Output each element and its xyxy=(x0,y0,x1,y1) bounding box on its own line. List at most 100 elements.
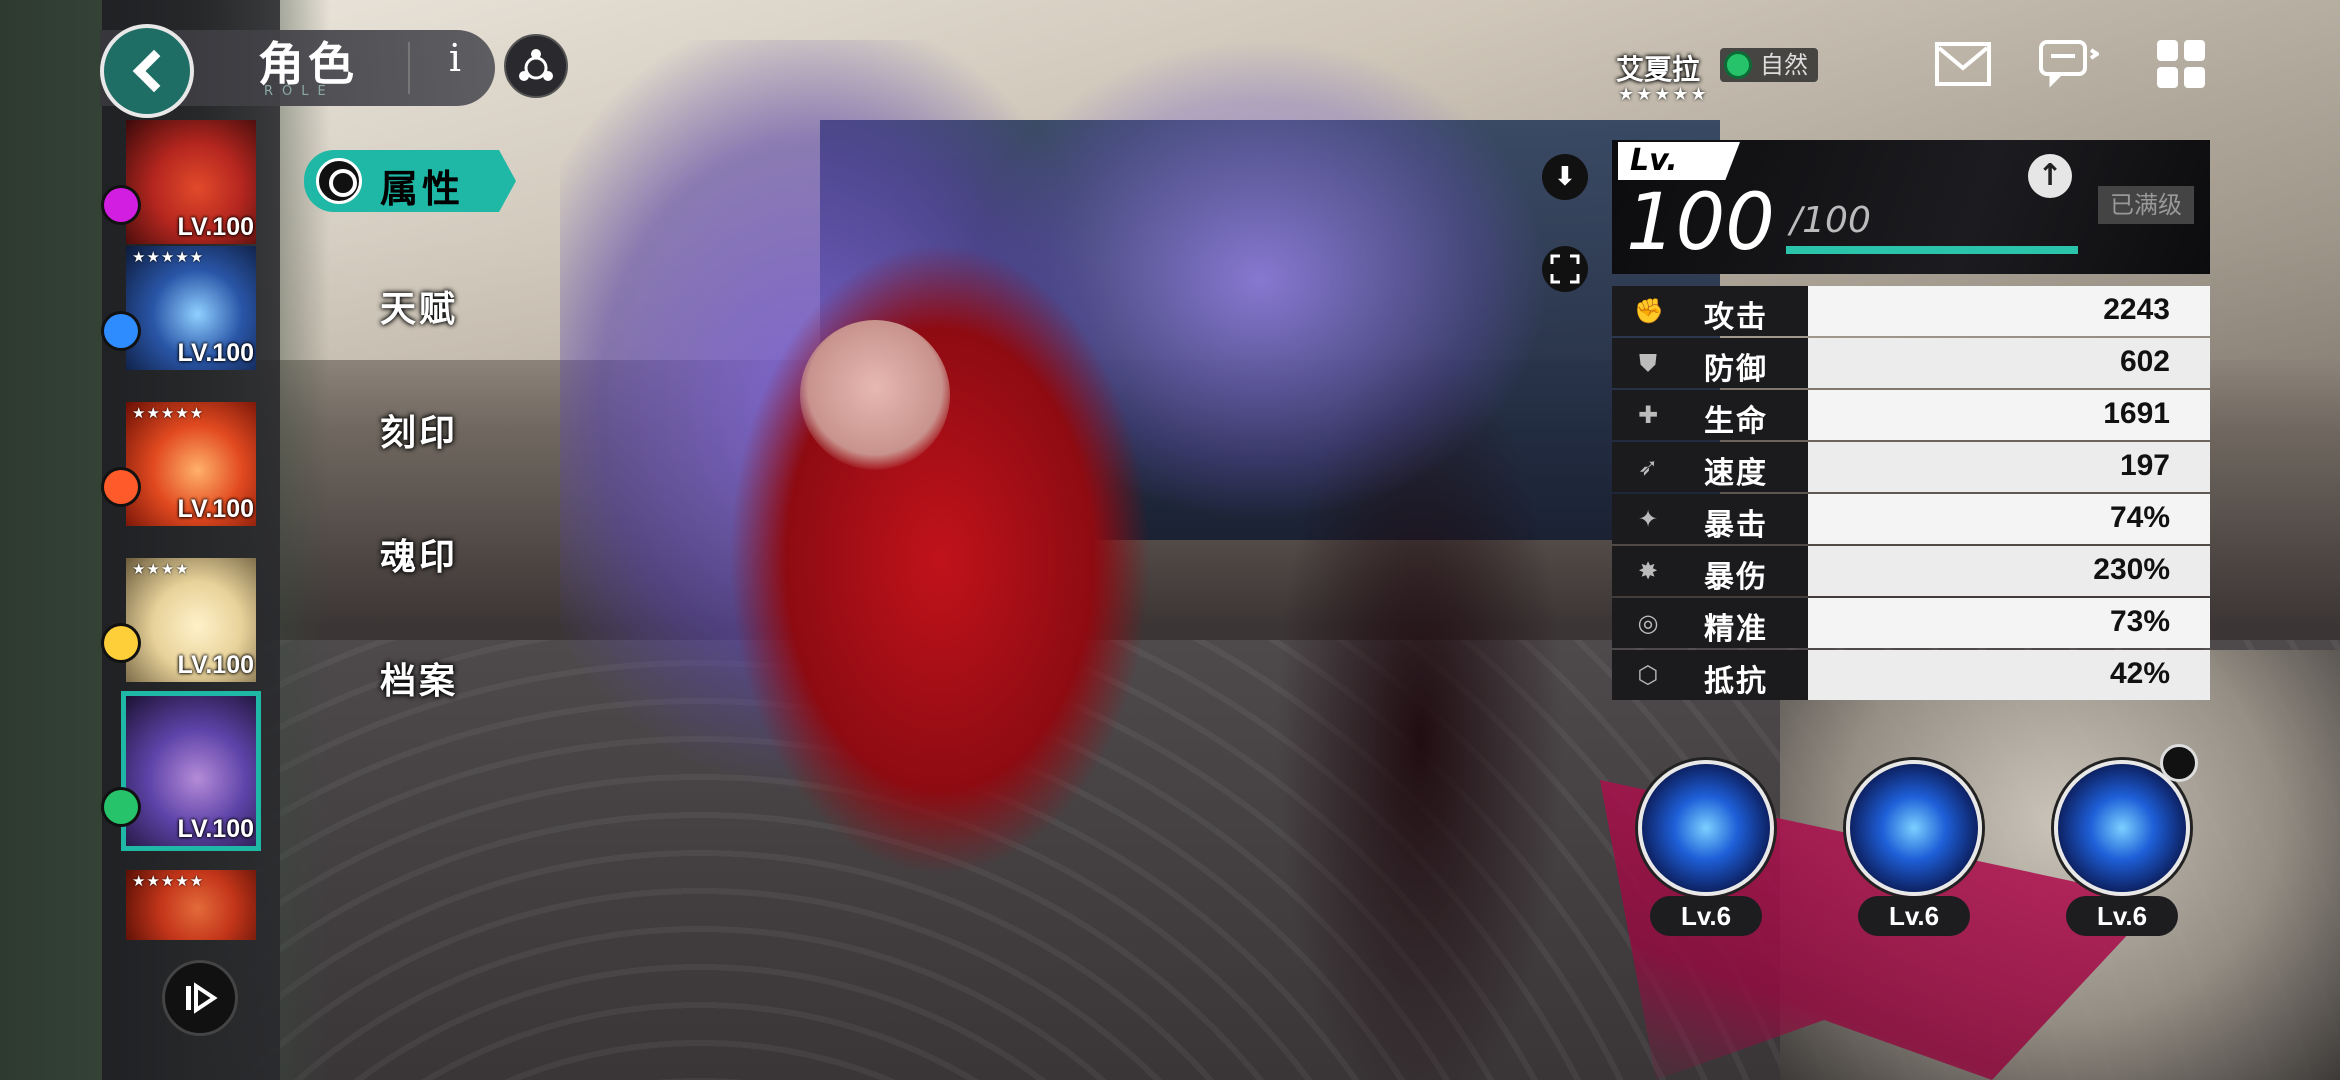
portrait-stars: ★★★★★ xyxy=(132,248,205,266)
nature-element-icon xyxy=(1724,51,1752,79)
tab-soul-imprint[interactable]: 魂印 xyxy=(380,528,458,580)
chat-button[interactable] xyxy=(2036,34,2102,94)
accuracy-icon: ◎ xyxy=(1637,609,1659,637)
crit-damage-icon: ✸ xyxy=(1637,557,1659,585)
share-icon xyxy=(519,49,553,81)
tab-attributes[interactable]: 属性 xyxy=(304,150,516,212)
speed-icon: ➶ xyxy=(1637,453,1659,481)
skill-1-button[interactable] xyxy=(1638,760,1774,896)
roster-expand-button[interactable] xyxy=(162,960,238,1036)
skill-3-button[interactable] xyxy=(2054,760,2190,896)
roster-portrait[interactable]: ★★★★★ LV.100 xyxy=(126,402,256,526)
element-label: 自然 xyxy=(1760,51,1808,79)
tab-imprint[interactable]: 刻印 xyxy=(380,404,458,456)
stat-row: ⬡ 抵抗 42% xyxy=(1612,650,2210,702)
portrait-level: LV.100 xyxy=(177,339,254,367)
stat-name: 攻击 xyxy=(1704,300,1768,335)
stat-row: ✸ 暴伤 230% xyxy=(1612,546,2210,598)
roster-portrait[interactable]: ★★★★ LV.100 xyxy=(126,558,256,682)
stat-row: ◎ 精准 73% xyxy=(1612,598,2210,650)
stat-value: 2243 xyxy=(2103,293,2170,326)
roster-portrait[interactable]: ★★★★★ xyxy=(126,870,256,940)
nature-element-icon xyxy=(104,790,138,824)
portrait-stars: ★★★★★ xyxy=(132,404,205,422)
character-stars: ★★★★★ xyxy=(1618,84,1709,105)
character-face xyxy=(800,320,950,470)
stat-name: 速度 xyxy=(1704,456,1768,491)
level-progress-bar xyxy=(1786,246,2078,254)
shield-icon: ⛊ xyxy=(1639,349,1657,377)
portrait-level: LV.100 xyxy=(177,213,254,241)
light-element-icon xyxy=(104,626,138,660)
tab-talent[interactable]: 天赋 xyxy=(380,280,458,332)
menu-grid-button[interactable] xyxy=(2148,34,2214,94)
arrow-up-icon: ↑ xyxy=(2037,158,2063,193)
mail-icon xyxy=(1935,42,1991,86)
stat-value: 1691 xyxy=(2103,397,2170,430)
fullscreen-button[interactable] xyxy=(1542,246,1588,292)
stat-value: 197 xyxy=(2119,449,2170,482)
stat-name: 防御 xyxy=(1704,352,1768,387)
stat-row: ✚ 生命 1691 xyxy=(1612,390,2210,442)
skill-3-level: Lv.6 xyxy=(2066,896,2178,936)
stats-table: ✊ 攻击 2243 ⛊ 防御 602 ✚ 生命 1691 ➶ 速度 197 ✦ 暴击 74% ✸ 暴伤 230% ◎… xyxy=(1612,286,2210,702)
life-icon: ✚ xyxy=(1637,401,1659,429)
stat-row: ✊ 攻击 2243 xyxy=(1612,286,2210,338)
back-arrow-icon xyxy=(132,49,176,93)
portrait-stars: ★★★★★ xyxy=(132,872,205,890)
element-tag: 自然 xyxy=(1720,48,1818,82)
stat-name: 精准 xyxy=(1704,612,1768,647)
page-subtitle: ROLE xyxy=(264,84,335,99)
level-label: Lv. xyxy=(1618,142,1740,180)
stat-value: 602 xyxy=(2119,345,2170,378)
roster-portrait[interactable]: LV.100 xyxy=(121,691,261,851)
character-artwork xyxy=(560,40,1660,1080)
eye-element-icon xyxy=(104,188,138,222)
stat-value: 74% xyxy=(2109,501,2170,534)
stat-name: 暴击 xyxy=(1704,508,1768,543)
stat-value: 73% xyxy=(2109,605,2170,638)
portrait-level: LV.100 xyxy=(177,495,254,523)
skill-2-button[interactable] xyxy=(1846,760,1982,896)
character-name: 艾夏拉 xyxy=(1616,53,1701,86)
skill-1-level: Lv.6 xyxy=(1650,896,1762,936)
costume-icon: ⬇ xyxy=(1554,162,1576,192)
mail-button[interactable] xyxy=(1930,34,1996,94)
level-up-button[interactable]: ↑ xyxy=(2028,154,2072,198)
info-button[interactable]: i xyxy=(440,36,470,96)
roster-portrait[interactable]: LV.100 xyxy=(126,120,256,244)
resist-icon: ⬡ xyxy=(1637,661,1659,689)
stat-row: ✦ 暴击 74% xyxy=(1612,494,2210,546)
tab-attributes-label: 属性 xyxy=(380,167,465,211)
stat-row: ➶ 速度 197 xyxy=(1612,442,2210,494)
fist-icon: ✊ xyxy=(1634,297,1664,325)
stat-value: 42% xyxy=(2109,657,2170,690)
wardrobe-button[interactable]: ⬇ xyxy=(1542,154,1588,200)
attributes-icon xyxy=(316,158,362,204)
crit-icon: ✦ xyxy=(1637,505,1659,533)
back-button[interactable] xyxy=(100,24,194,118)
level-current: 100 xyxy=(1626,178,1775,268)
stat-name: 生命 xyxy=(1704,404,1768,439)
header-divider xyxy=(408,42,410,94)
water-element-icon xyxy=(104,314,138,348)
stat-name: 抵抗 xyxy=(1704,664,1768,699)
skill-2-level: Lv.6 xyxy=(1858,896,1970,936)
roster-portrait[interactable]: ★★★★★ LV.100 xyxy=(126,246,256,370)
max-level-badge: 已满级 xyxy=(2098,186,2194,224)
portrait-level: LV.100 xyxy=(177,651,254,679)
grid-menu-icon xyxy=(2157,40,2205,88)
skill-3-badge-icon xyxy=(2160,744,2198,782)
level-progress-fill xyxy=(1786,246,2078,254)
stat-row: ⛊ 防御 602 xyxy=(1612,338,2210,390)
tab-archive[interactable]: 档案 xyxy=(380,652,458,704)
level-max: /100 xyxy=(1790,200,1871,241)
stat-name: 暴伤 xyxy=(1704,560,1768,595)
expand-icon xyxy=(1550,254,1580,284)
stat-value: 230% xyxy=(2093,553,2170,586)
portrait-stars: ★★★★ xyxy=(132,560,190,578)
portrait-level: LV.100 xyxy=(177,815,254,843)
chat-icon xyxy=(2039,40,2099,88)
share-button[interactable] xyxy=(504,34,568,98)
play-arrow-icon xyxy=(186,982,218,1014)
